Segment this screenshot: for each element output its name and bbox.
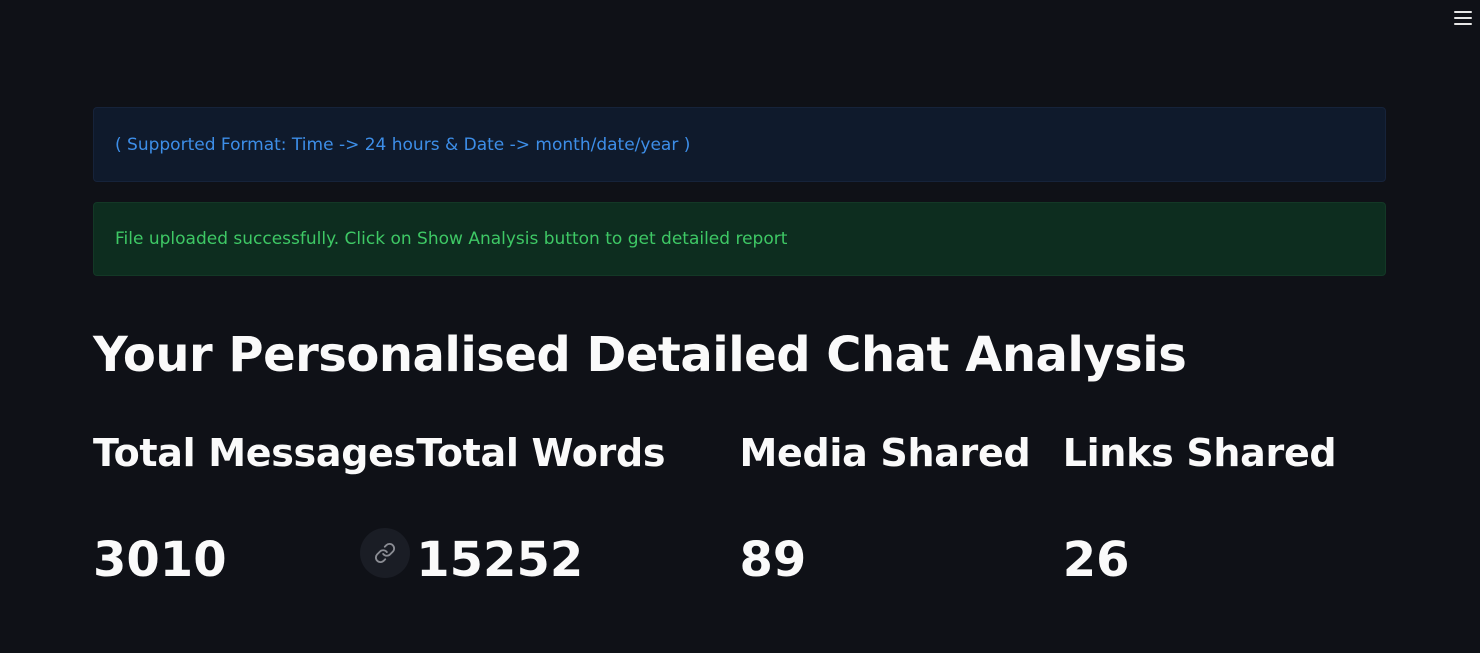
metric-label: Media Shared <box>739 431 1031 475</box>
metric-value: 15252 <box>416 532 584 588</box>
hamburger-menu-icon-bar-1 <box>1454 11 1472 13</box>
success-alert: File uploaded successfully. Click on Sho… <box>93 202 1386 276</box>
metric-value: 89 <box>739 532 807 588</box>
info-alert-text: ( Supported Format: Time -> 24 hours & D… <box>115 134 691 155</box>
page-title: Your Personalised Detailed Chat Analysis <box>93 327 1187 383</box>
anchor-link-button[interactable] <box>360 528 410 578</box>
hamburger-menu-icon-bar-3 <box>1454 23 1472 25</box>
metric-total-words: Total Words 15252 <box>416 429 739 588</box>
metric-label: Total Messages <box>93 431 416 475</box>
info-alert: ( Supported Format: Time -> 24 hours & D… <box>93 107 1386 182</box>
metric-label: Links Shared <box>1062 431 1337 475</box>
metrics-row: Total Messages 3010 Total Words 15252 Me… <box>93 429 1386 588</box>
link-icon <box>374 542 396 564</box>
hamburger-menu-icon-bar-2 <box>1454 17 1472 19</box>
success-alert-text: File uploaded successfully. Click on Sho… <box>115 229 788 249</box>
metric-media-shared: Media Shared 89 <box>740 429 1063 588</box>
metric-links-shared: Links Shared 26 <box>1063 429 1386 588</box>
metric-label: Total Words <box>416 431 666 475</box>
metric-value: 26 <box>1062 532 1130 588</box>
metric-total-messages: Total Messages 3010 <box>93 429 416 588</box>
main-menu-button[interactable] <box>1452 8 1474 28</box>
main-content: ( Supported Format: Time -> 24 hours & D… <box>93 107 1386 588</box>
